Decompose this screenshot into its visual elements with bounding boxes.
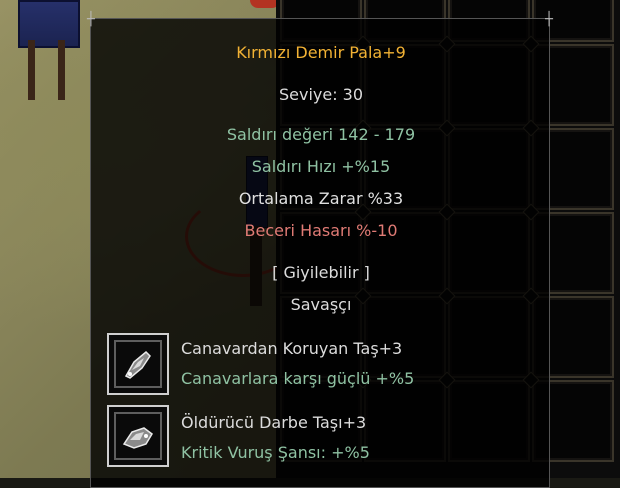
class-restriction: Savaşçı — [290, 295, 352, 314]
stone-bonus: Canavarlara karşı güçlü +%5 — [181, 369, 415, 388]
stone-icon — [114, 340, 162, 388]
stall-leg — [58, 40, 65, 100]
item-tooltip: ┼ ┼ Kırmızı Demir Pala+9 Seviye: 30 Sald… — [87, 13, 553, 488]
item-level: Seviye: 30 — [278, 85, 364, 104]
stall-leg — [28, 40, 35, 100]
market-stall — [18, 0, 80, 100]
tooltip-corner: ┼ — [545, 12, 553, 27]
item-name: Kırmızı Demir Pala+9 — [236, 43, 406, 62]
attack-value: Saldırı değeri 142 - 179 — [226, 125, 416, 144]
tooltip-corner: ┼ — [87, 12, 95, 27]
average-damage: Ortalama Zarar %33 — [238, 189, 404, 208]
stone-bonus: Kritik Vuruş Şansı: +%5 — [181, 443, 370, 462]
stone-icon — [114, 412, 162, 460]
skill-damage: Beceri Hasarı %-10 — [244, 221, 398, 240]
stone-name: Canavardan Koruyan Taş+3 — [181, 339, 403, 358]
stone-name: Öldürücü Darbe Taşı+3 — [181, 413, 367, 432]
stone-slot — [107, 333, 169, 395]
attack-speed: Saldırı Hızı +%15 — [251, 157, 391, 176]
stone-slot — [107, 405, 169, 467]
wearable-label: [ Giyilebilir ] — [272, 263, 370, 282]
